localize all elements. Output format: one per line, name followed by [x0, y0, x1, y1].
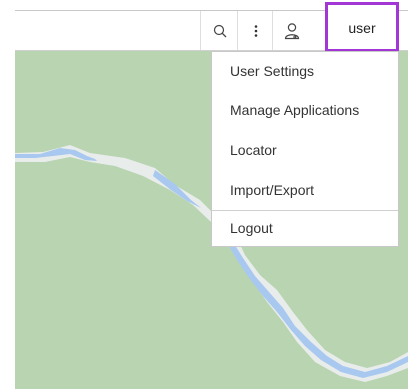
menu-item-locator[interactable]: Locator: [212, 130, 398, 170]
menu-item-import-export[interactable]: Import/Export: [212, 170, 398, 210]
river-water-2: [153, 170, 201, 208]
menu-item-logout[interactable]: Logout: [212, 211, 398, 245]
top-toolbar: user: [15, 2, 408, 52]
more-vertical-icon: [254, 24, 257, 37]
app-frame: user User Settings Manage Applications L…: [0, 0, 408, 389]
user-label: user: [348, 19, 376, 36]
menu-item-user-settings[interactable]: User Settings: [212, 52, 398, 90]
user-menu-button[interactable]: user: [325, 2, 399, 52]
person-icon: [284, 22, 299, 39]
search-button[interactable]: [200, 11, 238, 50]
menu-item-manage-applications[interactable]: Manage Applications: [212, 90, 398, 130]
river-water-3: [229, 242, 408, 378]
user-menu-dropdown: User Settings Manage Applications Locato…: [211, 51, 399, 247]
search-icon: [213, 24, 226, 37]
account-button[interactable]: [272, 11, 310, 50]
more-options-button[interactable]: [237, 11, 273, 50]
